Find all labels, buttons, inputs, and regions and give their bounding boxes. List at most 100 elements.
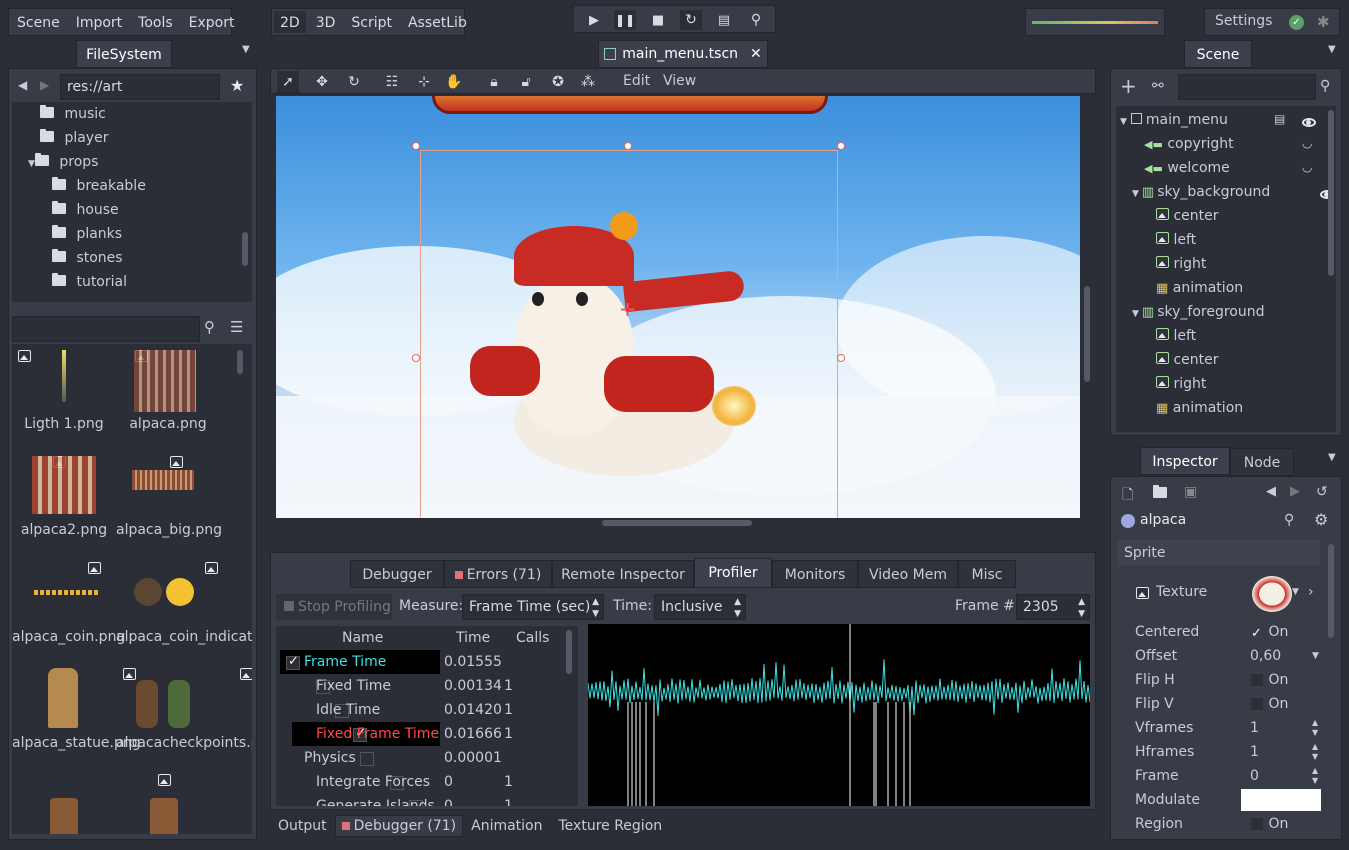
play-scene-icon[interactable]: ↻ (680, 10, 702, 30)
tab-debugger[interactable]: Debugger (350, 560, 444, 588)
canvas-vscrollbar[interactable] (1082, 96, 1092, 518)
handle-top-right[interactable] (837, 142, 845, 150)
move-tool-icon[interactable]: ✥ (311, 71, 333, 93)
pivot-tool-icon[interactable]: ⊹ (413, 71, 435, 93)
tab-errors[interactable]: Errors (71) (444, 560, 552, 588)
history-back-icon[interactable]: ◀ (1266, 484, 1276, 499)
handle-mid-right[interactable] (837, 354, 845, 362)
script-icon[interactable]: ▤ (1274, 112, 1285, 126)
tree-node[interactable]: ▼ ▥ sky_foreground (1132, 300, 1265, 324)
column-header-time[interactable]: Time (456, 630, 490, 646)
folder-row[interactable]: tutorial (52, 270, 127, 294)
menu-scene[interactable]: Scene (9, 9, 68, 35)
tree-node[interactable]: ◀▬ welcome (1144, 156, 1230, 180)
bottom-tab-debugger[interactable]: Debugger (71) (334, 815, 464, 837)
lock-icon[interactable]: 🔒︎ (483, 71, 505, 93)
collapse-arrow-icon[interactable]: ▼ (1132, 309, 1139, 319)
property-checkbox[interactable]: On (1250, 668, 1288, 692)
selection-rect[interactable] (420, 150, 838, 518)
tree-node[interactable]: center (1156, 204, 1219, 228)
file-search-input[interactable] (12, 316, 200, 342)
history-icon[interactable]: ↺ (1316, 484, 1328, 500)
file-label[interactable]: alpaca.png (116, 416, 220, 432)
settings-button[interactable]: Settings (1215, 13, 1272, 29)
visibility-eye-icon[interactable] (1302, 118, 1316, 127)
tree-node[interactable]: ◀▬ copyright (1144, 132, 1234, 156)
handle-top-mid[interactable] (624, 142, 632, 150)
dropdown-arrow-icon[interactable]: ▼ (1312, 644, 1319, 668)
close-icon[interactable]: ✕ (750, 40, 762, 68)
tree-node[interactable]: ▦ animation (1156, 276, 1243, 300)
select-tool-icon[interactable]: ➚ (277, 71, 299, 93)
bones-icon[interactable]: ✪ (547, 71, 569, 93)
property-value[interactable]: 0,60 (1250, 644, 1281, 668)
tree-node[interactable]: ▼ main_menu (1120, 108, 1228, 132)
pan-tool-icon[interactable]: ✋ (443, 71, 465, 93)
updown-icon[interactable]: ▲ ▼ (1312, 742, 1318, 762)
tab-monitors[interactable]: Monitors (772, 560, 858, 588)
menu-import[interactable]: Import (68, 9, 130, 35)
panel-menu-icon[interactable]: ▼ (242, 44, 250, 55)
updown-icon[interactable]: ▲ ▼ (1312, 766, 1318, 786)
column-header-name[interactable]: Name (342, 630, 383, 646)
tree-scrollbar[interactable] (1328, 110, 1334, 276)
open-folder-icon[interactable] (1153, 485, 1167, 502)
file-label[interactable]: Ligth 1.png (12, 416, 116, 432)
tab-main-menu-scene[interactable]: main_menu.tscn ✕ (598, 40, 768, 68)
folder-row[interactable]: music (40, 102, 106, 126)
file-label[interactable]: alpacacheckpoints.png (116, 734, 252, 753)
file-label[interactable]: alpaca_coin.png (12, 628, 125, 647)
gear-icon[interactable]: ⚙ (1314, 510, 1328, 529)
column-header-calls[interactable]: Calls (516, 630, 549, 646)
stop-icon[interactable]: ■ (648, 10, 668, 30)
handle-top-left[interactable] (412, 142, 420, 150)
rotate-tool-icon[interactable]: ↻ (343, 71, 365, 93)
back-arrow-icon[interactable]: ◀ (18, 78, 27, 92)
folder-row[interactable]: planks (52, 222, 122, 246)
tab-node[interactable]: Node (1230, 448, 1294, 476)
collapse-arrow-icon[interactable]: ▼ (1120, 117, 1127, 127)
bottom-tab-animation[interactable]: Animation (463, 818, 550, 834)
mode-2d-button[interactable]: 2D (274, 11, 306, 33)
mode-script-button[interactable]: Script (343, 9, 400, 35)
dropdown-arrow-icon[interactable]: ▼ (1292, 587, 1299, 597)
property-value[interactable]: 1 (1250, 716, 1259, 740)
property-value[interactable]: 0 (1250, 764, 1259, 788)
folder-row[interactable]: house (52, 198, 119, 222)
folder-row[interactable]: breakable (52, 174, 146, 198)
tree-scrollbar[interactable] (242, 232, 248, 266)
play-custom-scene-icon[interactable]: ▤ (714, 10, 734, 30)
scene-filter-input[interactable] (1178, 74, 1316, 100)
forward-arrow-icon[interactable]: ▶ (40, 78, 49, 92)
property-checkbox[interactable]: On (1250, 812, 1288, 836)
tab-scene[interactable]: Scene (1184, 40, 1252, 68)
checkbox-off[interactable] (1250, 697, 1264, 711)
tree-node[interactable]: ▼ ▥ sky_background (1132, 180, 1270, 204)
group-icon[interactable]: ⁂ (577, 71, 599, 93)
tree-node[interactable]: right (1156, 252, 1206, 276)
table-scrollbar[interactable] (566, 630, 572, 674)
canvas-hscrollbar[interactable] (276, 518, 1080, 528)
collapse-arrow-icon[interactable]: ▼ (1132, 189, 1139, 199)
tree-node[interactable]: center (1156, 348, 1219, 372)
collapse-arrow-icon[interactable]: ▼ (28, 159, 35, 169)
favorite-star-icon[interactable]: ★ (230, 76, 244, 95)
stop-profiling-button[interactable]: Stop Profiling (276, 594, 392, 620)
color-swatch[interactable] (1241, 789, 1321, 811)
bottom-tab-texture-region[interactable]: Texture Region (551, 818, 671, 834)
frame-spinbox[interactable]: 2305 ▲ ▼ (1016, 594, 1090, 620)
link-icon[interactable]: ⚯ (1152, 78, 1164, 94)
path-field[interactable]: res://art (60, 74, 220, 100)
handle-mid-left[interactable] (412, 354, 420, 362)
bottom-tab-output[interactable]: Output (270, 818, 335, 834)
checkbox-on[interactable] (1250, 622, 1264, 646)
mode-assetlib-button[interactable]: AssetLib (400, 9, 475, 35)
tab-filesystem[interactable]: FileSystem (76, 40, 172, 68)
menu-export[interactable]: Export (181, 9, 243, 35)
add-node-icon[interactable]: + (1120, 76, 1137, 96)
search-icon[interactable]: ⚲ (1320, 78, 1330, 94)
folder-row[interactable]: player (40, 126, 108, 150)
panel-menu-icon[interactable]: ▼ (1328, 44, 1336, 55)
folder-row[interactable]: stones (52, 246, 123, 270)
panel-menu-icon[interactable]: ▼ (1328, 452, 1336, 463)
